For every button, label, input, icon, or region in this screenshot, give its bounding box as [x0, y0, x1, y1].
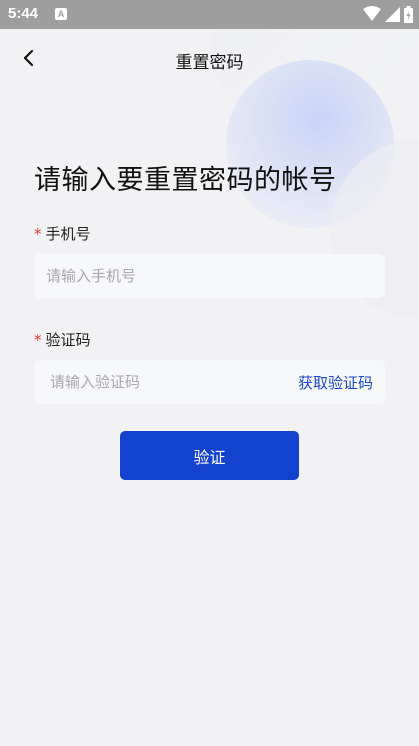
- required-mark: *: [34, 225, 42, 243]
- page-title: 重置密码: [175, 53, 244, 73]
- status-icons: [363, 5, 413, 23]
- code-field: 获取验证码: [34, 360, 385, 404]
- notification-icon: A: [55, 8, 67, 20]
- status-time: 5:44: [8, 5, 39, 22]
- wifi-icon: [363, 6, 381, 21]
- code-input[interactable]: [34, 360, 274, 404]
- status-bar: 5:44 A: [0, 0, 419, 29]
- phone-label: * 手机号: [34, 223, 91, 244]
- code-label: * 验证码: [34, 329, 91, 350]
- nav-bar: 重置密码: [0, 29, 419, 87]
- cell-signal-icon: [385, 6, 400, 22]
- required-mark: *: [34, 331, 42, 349]
- battery-icon: [404, 5, 413, 23]
- phone-input[interactable]: [34, 254, 385, 298]
- code-label-text: 验证码: [45, 331, 91, 349]
- form-heading: 请输入要重置密码的帐号: [34, 165, 337, 196]
- phone-label-text: 手机号: [45, 225, 91, 243]
- get-code-button[interactable]: 获取验证码: [298, 372, 373, 393]
- verify-button[interactable]: 验证: [120, 431, 299, 480]
